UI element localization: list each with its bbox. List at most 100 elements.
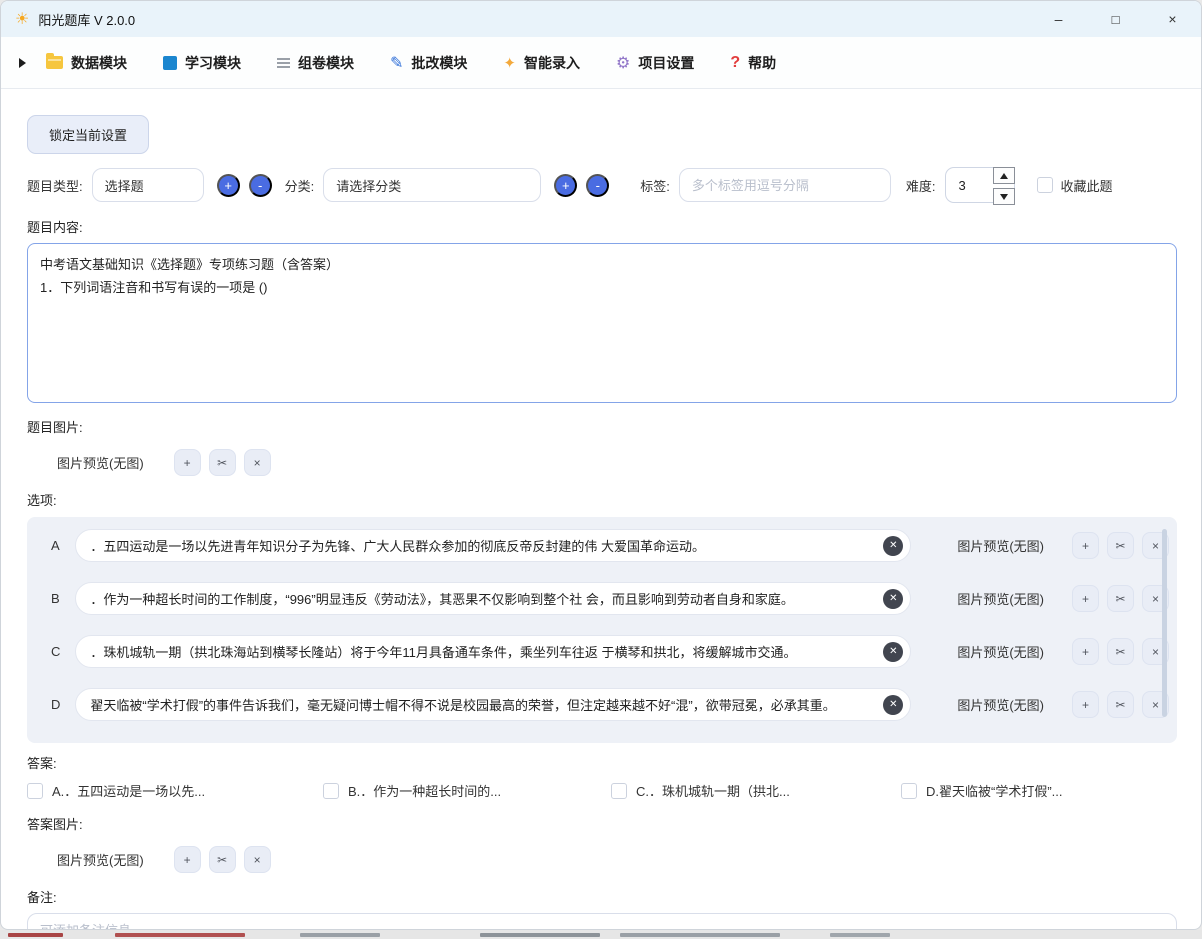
question-image-label: 题目图片: <box>27 417 1175 436</box>
answer-d-checkbox[interactable] <box>901 783 917 799</box>
type-add-button[interactable]: + <box>217 174 240 197</box>
note-input[interactable] <box>27 913 1177 930</box>
option-text: ．五四运动是一场以先进青年知识分子为先锋、广大人民群众参加的彻底反帝反封建的伟 … <box>90 536 705 555</box>
question-image-add-button[interactable]: + <box>174 449 201 476</box>
menu-label: 数据模块 <box>71 53 127 73</box>
question-image-crop-button[interactable]: ✂ <box>209 449 236 476</box>
gear-icon: ⚙ <box>616 53 630 73</box>
options-scrollbar[interactable] <box>1162 529 1167 717</box>
arrow-down-icon <box>1000 194 1008 200</box>
answer-c-checkbox[interactable] <box>611 783 627 799</box>
option-b-image-add-button[interactable]: + <box>1072 585 1099 612</box>
strip-mark <box>830 933 890 937</box>
option-b-input[interactable]: ．作为一种超长时间的工作制度，“996”明显违反《劳动法》，其恶果不仅影响到整个… <box>75 582 911 615</box>
maximize-icon[interactable]: □ <box>1087 1 1144 37</box>
favorite-label: 收藏此题 <box>1061 176 1113 195</box>
spinner-buttons <box>993 167 1015 205</box>
option-d-image-preview: 图片预览(无图) <box>957 695 1044 714</box>
option-a-image-preview: 图片预览(无图) <box>957 536 1044 555</box>
answer-item-a: A.．五四运动是一场以先... <box>27 781 323 800</box>
help-icon: ? <box>730 54 740 72</box>
difficulty-spinner[interactable]: 3 <box>945 167 1015 203</box>
category-input[interactable] <box>323 168 541 202</box>
menu-label: 帮助 <box>748 53 776 73</box>
option-a-input[interactable]: ．五四运动是一场以先进青年知识分子为先锋、广大人民群众参加的彻底反帝反封建的伟 … <box>75 529 911 562</box>
option-a-image-add-button[interactable]: + <box>1072 532 1099 559</box>
minimize-icon[interactable]: – <box>1030 1 1087 37</box>
titlebar: ☀ 阳光题库 V 2.0.0 – □ × <box>1 1 1201 37</box>
window-title: 阳光题库 V 2.0.0 <box>38 10 135 29</box>
strip-mark <box>8 933 63 937</box>
menu-item-project-settings[interactable]: ⚙ 项目设置 <box>616 53 694 73</box>
category-add-button[interactable]: + <box>554 174 577 197</box>
menu-item-grading-module[interactable]: ✎ 批改模块 <box>390 53 467 73</box>
answer-image-add-button[interactable]: + <box>174 846 201 873</box>
question-image-preview: 图片预览(无图) <box>57 453 144 472</box>
answer-a-label: A.．五四运动是一场以先... <box>52 781 205 800</box>
answer-image-remove-button[interactable]: × <box>244 846 271 873</box>
options-panel: A ．五四运动是一场以先进青年知识分子为先锋、广大人民群众参加的彻底反帝反封建的… <box>27 517 1177 743</box>
option-b-image-crop-button[interactable]: ✂ <box>1107 585 1134 612</box>
tags-label: 标签: <box>640 176 670 195</box>
strip-mark <box>620 933 780 937</box>
favorite-checkbox[interactable] <box>1037 177 1053 193</box>
collapse-arrow-icon[interactable] <box>19 58 26 68</box>
answer-d-label: D.翟天临被“学术打假”... <box>926 781 1063 800</box>
menu-item-data-module[interactable]: 数据模块 <box>46 53 127 73</box>
option-row-b: B ．作为一种超长时间的工作制度，“996”明显违反《劳动法》，其恶果不仅影响到… <box>51 582 1177 615</box>
option-c-image-crop-button[interactable]: ✂ <box>1107 638 1134 665</box>
answer-image-crop-button[interactable]: ✂ <box>209 846 236 873</box>
answer-a-checkbox[interactable] <box>27 783 43 799</box>
menu-label: 项目设置 <box>638 53 694 73</box>
option-c-image-add-button[interactable]: + <box>1072 638 1099 665</box>
option-d-image-crop-button[interactable]: ✂ <box>1107 691 1134 718</box>
option-a-image-crop-button[interactable]: ✂ <box>1107 532 1134 559</box>
option-letter: C <box>51 644 75 659</box>
lock-settings-button[interactable]: 锁定当前设置 <box>27 115 149 154</box>
menu-label: 批改模块 <box>411 53 467 73</box>
option-row-c: C ．珠机城轨一期（拱北珠海站到横琴长隆站）将于今年11月具备通车条件，乘坐列车… <box>51 635 1177 668</box>
option-c-input[interactable]: ．珠机城轨一期（拱北珠海站到横琴长隆站）将于今年11月具备通车条件，乘坐列车往返… <box>75 635 911 668</box>
tags-input[interactable] <box>679 168 891 202</box>
form-content: 锁定当前设置 题目类型: + - 分类: + - 标签: 难度: 3 收藏此题 <box>1 89 1201 930</box>
option-d-image-add-button[interactable]: + <box>1072 691 1099 718</box>
menu-bar: 数据模块 学习模块 组卷模块 ✎ 批改模块 ✦ 智能录入 ⚙ 项目设置 ? 帮助 <box>1 37 1201 89</box>
answer-b-checkbox[interactable] <box>323 783 339 799</box>
close-icon[interactable]: × <box>1144 1 1201 37</box>
menu-item-smart-input[interactable]: ✦ 智能录入 <box>503 53 580 73</box>
category-remove-button[interactable]: - <box>586 174 609 197</box>
option-c-clear-icon[interactable]: ✕ <box>883 642 903 662</box>
arrow-up-icon <box>1000 173 1008 179</box>
option-d-clear-icon[interactable]: ✕ <box>883 695 903 715</box>
meta-row: 题目类型: + - 分类: + - 标签: 难度: 3 收藏此题 <box>27 167 1175 203</box>
option-text: 翟天临被“学术打假”的事件告诉我们，毫无疑问博士帽不得不说是校园最高的荣誉，但注… <box>90 695 835 714</box>
window-controls: – □ × <box>1030 1 1201 37</box>
type-remove-button[interactable]: - <box>249 174 272 197</box>
spinner-up-button[interactable] <box>993 167 1015 184</box>
option-text: ．珠机城轨一期（拱北珠海站到横琴长隆站）将于今年11月具备通车条件，乘坐列车往返… <box>90 642 796 661</box>
answer-b-label: B.．作为一种超长时间的... <box>348 781 501 800</box>
content-label: 题目内容: <box>27 217 1175 236</box>
menu-item-paper-module[interactable]: 组卷模块 <box>277 53 354 73</box>
menu-item-help[interactable]: ? 帮助 <box>730 53 776 73</box>
option-b-clear-icon[interactable]: ✕ <box>883 589 903 609</box>
menu-label: 学习模块 <box>185 53 241 73</box>
spinner-down-button[interactable] <box>993 188 1015 205</box>
menu-item-study-module[interactable]: 学习模块 <box>163 53 241 73</box>
question-type-input[interactable] <box>92 168 204 202</box>
answer-item-d: D.翟天临被“学术打假”... <box>901 781 1175 800</box>
menu-label: 智能录入 <box>524 53 580 73</box>
question-content-textarea[interactable]: 中考语文基础知识《选择题》专项练习题（含答案） 1．下列词语注音和书写有误的一项… <box>27 243 1177 403</box>
option-d-input[interactable]: 翟天临被“学术打假”的事件告诉我们，毫无疑问博士帽不得不说是校园最高的荣誉，但注… <box>75 688 911 721</box>
difficulty-label: 难度: <box>906 176 936 195</box>
list-icon <box>277 58 290 60</box>
background-window-sliver <box>0 930 1202 939</box>
sparkle-icon: ✦ <box>503 54 516 72</box>
answers-label: 答案: <box>27 753 1175 772</box>
answer-c-label: C.．珠机城轨一期（拱北... <box>636 781 790 800</box>
question-image-remove-button[interactable]: × <box>244 449 271 476</box>
type-label: 题目类型: <box>27 176 83 195</box>
answer-item-b: B.．作为一种超长时间的... <box>323 781 611 800</box>
folder-icon <box>46 56 63 69</box>
option-a-clear-icon[interactable]: ✕ <box>883 536 903 556</box>
